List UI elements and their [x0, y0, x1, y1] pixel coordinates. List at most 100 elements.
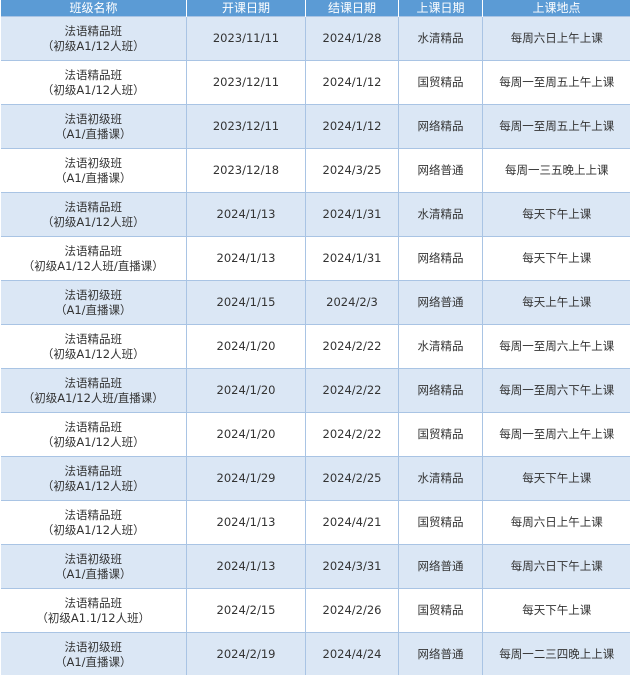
class-name: 法语精品班: [64, 507, 123, 522]
end-date-cell: 2024/2/25: [305, 456, 399, 501]
class-time-cell: 每周一至周六下午上课: [482, 368, 630, 413]
start-date-cell: 2023/12/11: [186, 60, 306, 105]
venue-cell: 网络精品: [398, 368, 483, 413]
venue-cell: 水清精品: [398, 192, 483, 237]
class-schedule-table: 班级名称 开课日期 结课日期 上课日期 上课地点 法语精品班 （初级A1/12人班…: [0, 0, 630, 675]
class-name: 法语精品班: [64, 419, 123, 434]
class-time-cell: 每周六日上午上课: [482, 500, 630, 545]
class-name-cell: 法语精品班 （初级A1/12人班）: [0, 192, 187, 237]
class-time-cell: 每天下午上课: [482, 236, 630, 281]
class-time-cell: 每周一二三四晚上上课: [482, 632, 630, 675]
header-start-date: 开课日期: [186, 0, 306, 17]
venue-cell: 网络普通: [398, 632, 483, 675]
class-name-cell: 法语精品班 （初级A1/12人班/直播课）: [0, 368, 187, 413]
start-date-cell: 2024/1/20: [186, 324, 306, 369]
table-row: 法语精品班 （初级A1.1/12人班） 2024/2/15 2024/2/26 国贸精品…: [0, 588, 630, 633]
end-date-cell: 2024/2/3: [305, 280, 399, 325]
class-time-cell: 每天下午上课: [482, 588, 630, 633]
class-level: （初级A1/12人班/直播课）: [22, 258, 164, 273]
table-row: 法语精品班 （初级A1/12人班） 2024/1/13 2024/4/21 国贸精品 每周…: [0, 500, 630, 545]
class-level: （A1/直播课）: [54, 654, 132, 669]
table-row: 法语精品班 （初级A1/12人班/直播课） 2024/1/20 2024/2/22 网络…: [0, 368, 630, 413]
venue-cell: 国贸精品: [398, 588, 483, 633]
class-level: （初级A1/12人班/直播课）: [22, 390, 164, 405]
class-name-cell: 法语初级班 （A1/直播课）: [0, 544, 187, 589]
start-date-cell: 2024/1/13: [186, 544, 306, 589]
end-date-cell: 2024/3/25: [305, 148, 399, 193]
table-row: 法语初级班 （A1/直播课） 2023/12/11 2024/1/12 网络精品 每周一至…: [0, 104, 630, 149]
end-date-cell: 2024/2/22: [305, 412, 399, 457]
table-header: 班级名称 开课日期 结课日期 上课日期 上课地点: [0, 0, 630, 17]
class-time-cell: 每周一至周六上午上课: [482, 412, 630, 457]
venue-cell: 国贸精品: [398, 60, 483, 105]
start-date-cell: 2024/1/13: [186, 192, 306, 237]
class-level: （A1/直播课）: [54, 126, 132, 141]
class-name-cell: 法语精品班 （初级A1/12人班）: [0, 456, 187, 501]
start-date-cell: 2024/1/20: [186, 368, 306, 413]
venue-cell: 水清精品: [398, 456, 483, 501]
end-date-cell: 2024/2/22: [305, 324, 399, 369]
table-row: 法语精品班 （初级A1/12人班） 2024/1/20 2024/2/22 水清精品 每周…: [0, 324, 630, 369]
venue-cell: 网络精品: [398, 236, 483, 281]
start-date-cell: 2024/2/15: [186, 588, 306, 633]
table-body: 法语精品班 （初级A1/12人班） 2023/11/11 2024/1/28 水清精品每…: [0, 16, 630, 675]
table-row: 法语精品班 （初级A1/12人班） 2023/12/11 2024/1/12 国贸精品每…: [0, 60, 630, 105]
class-level: （初级A1/12人班）: [41, 38, 145, 53]
table-row: 法语精品班 （初级A1/12人班） 2024/1/13 2024/1/31 水清精品 每天…: [0, 192, 630, 237]
header-class-name: 班级名称: [0, 0, 187, 17]
start-date-cell: 2024/2/19: [186, 632, 306, 675]
end-date-cell: 2024/1/28: [305, 16, 399, 61]
class-name: 法语精品班: [64, 23, 123, 38]
class-level: （初级A1/12人班）: [41, 346, 145, 361]
header-class-time: 上课地点: [482, 0, 630, 17]
venue-cell: 水清精品: [398, 16, 483, 61]
class-name: 法语初级班: [64, 551, 123, 566]
class-name-cell: 法语精品班 （初级A1/12人班/直播课）: [0, 236, 187, 281]
class-time-cell: 每周一至周五上午上课: [482, 60, 630, 105]
class-time-cell: 每周一至周五上午上课: [482, 104, 630, 149]
class-name-cell: 法语精品班 （初级A1/12人班）: [0, 412, 187, 457]
table-row: 法语初级班 （A1/直播课） 2024/1/15 2024/2/3 网络普通 每天上午上课: [0, 280, 630, 325]
end-date-cell: 2024/4/21: [305, 500, 399, 545]
class-time-cell: 每周六日下午上课: [482, 544, 630, 589]
header-class-venue: 上课日期: [398, 0, 483, 17]
venue-cell: 国贸精品: [398, 412, 483, 457]
venue-cell: 网络普通: [398, 148, 483, 193]
end-date-cell: 2024/1/31: [305, 236, 399, 281]
end-date-cell: 2024/1/31: [305, 192, 399, 237]
table-row: 法语精品班 （初级A1/12人班） 2024/1/29 2024/2/25 水清精品 每天…: [0, 456, 630, 501]
class-name-cell: 法语精品班 （初级A1.1/12人班）: [0, 588, 187, 633]
table-row: 法语精品班 （初级A1/12人班） 2024/1/20 2024/2/22 国贸精品 每周…: [0, 412, 630, 457]
start-date-cell: 2023/11/11: [186, 16, 306, 61]
class-level: （初级A1/12人班）: [41, 434, 145, 449]
start-date-cell: 2024/1/29: [186, 456, 306, 501]
class-level: （初级A1/12人班）: [41, 522, 145, 537]
header-row: 班级名称 开课日期 结课日期 上课日期 上课地点: [0, 0, 630, 17]
start-date-cell: 2024/1/20: [186, 412, 306, 457]
class-name-cell: 法语精品班 （初级A1/12人班）: [0, 16, 187, 61]
class-name-cell: 法语精品班 （初级A1/12人班）: [0, 500, 187, 545]
class-level: （A1/直播课）: [54, 302, 132, 317]
class-name: 法语精品班: [64, 595, 123, 610]
venue-cell: 网络精品: [398, 104, 483, 149]
class-name-cell: 法语精品班 （初级A1/12人班）: [0, 60, 187, 105]
class-name-cell: 法语初级班 （A1/直播课）: [0, 280, 187, 325]
start-date-cell: 2024/1/13: [186, 500, 306, 545]
class-name: 法语精品班: [64, 375, 123, 390]
class-name: 法语精品班: [64, 331, 123, 346]
venue-cell: 国贸精品: [398, 500, 483, 545]
class-level: （初级A1/12人班）: [41, 478, 145, 493]
class-name: 法语初级班: [64, 639, 123, 654]
class-name-cell: 法语初级班 （A1/直播课）: [0, 104, 187, 149]
class-level: （初级A1.1/12人班）: [36, 610, 151, 625]
class-time-cell: 每周一三五晚上上课: [482, 148, 630, 193]
class-name: 法语精品班: [64, 243, 123, 258]
class-time-cell: 每周六日上午上课: [482, 16, 630, 61]
class-time-cell: 每天上午上课: [482, 280, 630, 325]
end-date-cell: 2024/2/22: [305, 368, 399, 413]
class-name-cell: 法语初级班 （A1/直播课）: [0, 632, 187, 675]
end-date-cell: 2024/2/26: [305, 588, 399, 633]
table-row: 法语初级班 （A1/直播课） 2024/2/19 2024/4/24 网络普通 每周一二三…: [0, 632, 630, 675]
class-level: （初级A1/12人班）: [41, 214, 145, 229]
table-row: 法语初级班 （A1/直播课） 2024/1/13 2024/3/31 网络普通 每周六日下…: [0, 544, 630, 589]
